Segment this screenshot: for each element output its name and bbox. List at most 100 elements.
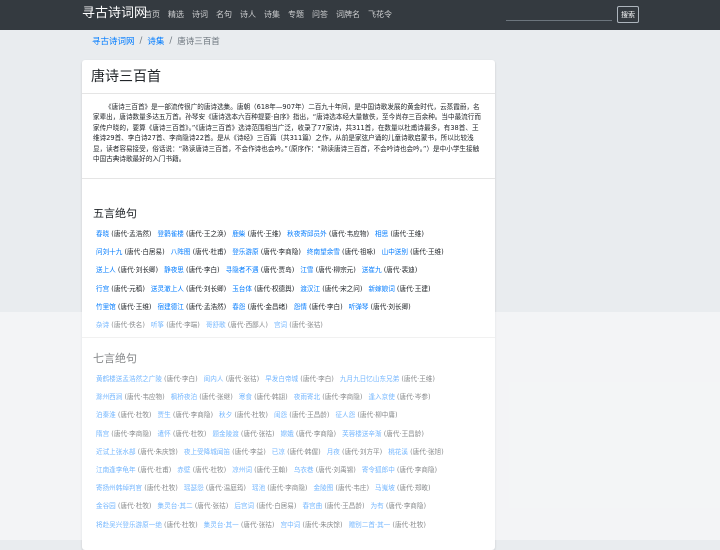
poem-title-link[interactable]: 宫词 bbox=[274, 321, 287, 329]
poem-title-link[interactable]: 玉台体 bbox=[232, 285, 252, 293]
poem-title-link[interactable]: 九月九日忆山东兄弟 bbox=[340, 375, 399, 383]
poem-title-link[interactable]: 听筝 bbox=[151, 321, 164, 329]
poem-title-link[interactable]: 宫中词 bbox=[280, 521, 300, 529]
poem-title-link[interactable]: 枫桥夜泊 bbox=[171, 393, 197, 401]
poem-title-link[interactable]: 登鹳雀楼 bbox=[158, 230, 184, 238]
poem-title-link[interactable]: 寄扬州韩绰判官 bbox=[96, 484, 142, 492]
poem-title-link[interactable]: 后宫词 bbox=[234, 502, 254, 510]
poem-title-link[interactable]: 赤壁 bbox=[177, 466, 190, 474]
poem-title-link[interactable]: 题金陵渡 bbox=[212, 430, 238, 438]
poem-author: (唐代·杜牧) bbox=[117, 502, 152, 511]
breadcrumb-home[interactable]: 寻古诗词网 bbox=[92, 35, 135, 47]
poem-item: 赠别二首·其一 (唐代·杜牧) bbox=[349, 521, 426, 529]
poem-author: (唐代·朱庆馀) bbox=[137, 447, 178, 456]
nav-link-poets[interactable]: 诗人 bbox=[240, 9, 256, 21]
poem-title-link[interactable]: 送上人 bbox=[96, 266, 116, 274]
poem-title-link[interactable]: 闺怨 bbox=[274, 411, 287, 419]
poem-title-link[interactable]: 滁州西涧 bbox=[96, 393, 122, 401]
nav-link-home[interactable]: 首页 bbox=[144, 9, 160, 21]
poem-title-link[interactable]: 嫦娥 bbox=[281, 430, 294, 438]
poem-title-link[interactable]: 鹿柴 bbox=[232, 230, 245, 238]
poem-author: (唐代·孟浩然) bbox=[186, 302, 227, 311]
poem-title-link[interactable]: 行宫 bbox=[96, 285, 109, 293]
poem-title-link[interactable]: 寒食 bbox=[239, 393, 252, 401]
nav-link-cipai[interactable]: 词牌名 bbox=[336, 9, 360, 21]
poem-title-link[interactable]: 静夜思 bbox=[164, 266, 184, 274]
poem-title-link[interactable]: 瑶瑟怨 bbox=[184, 484, 204, 492]
nav-link-featured[interactable]: 精选 bbox=[168, 9, 184, 21]
poem-title-link[interactable]: 送崔九 bbox=[362, 266, 382, 274]
poem-item: 泊秦淮 (唐代·杜牧) bbox=[96, 411, 152, 419]
poem-title-link[interactable]: 终南望余雪 bbox=[307, 248, 340, 256]
poem-title-link[interactable]: 江南逢李龟年 bbox=[96, 466, 136, 474]
poem-title-link[interactable]: 送灵澈上人 bbox=[151, 285, 184, 293]
poem-title-link[interactable]: 凉州词 bbox=[232, 466, 252, 474]
poem-title-link[interactable]: 哥舒歌 bbox=[206, 321, 226, 329]
poem-author: (唐代·李商隐) bbox=[111, 429, 152, 438]
poem-title-link[interactable]: 为有 bbox=[371, 502, 384, 510]
search-input[interactable] bbox=[506, 7, 612, 21]
poem-title-link[interactable]: 杂诗 bbox=[96, 321, 109, 329]
poem-title-link[interactable]: 江雪 bbox=[300, 266, 313, 274]
nav-link-poems[interactable]: 诗词 bbox=[192, 9, 208, 21]
poem-title-link[interactable]: 春怨 bbox=[232, 303, 245, 311]
breadcrumb-section[interactable]: 诗集 bbox=[147, 35, 164, 47]
poem-title-link[interactable]: 山中送别 bbox=[382, 248, 408, 256]
site-brand[interactable]: 寻古诗词网 bbox=[82, 5, 147, 23]
poem-title-link[interactable]: 寄令狐郎中 bbox=[362, 466, 395, 474]
poem-title-link[interactable]: 集灵台·其二 bbox=[158, 502, 193, 510]
poem-title-link[interactable]: 集灵台·其一 bbox=[204, 521, 239, 529]
poem-title-link[interactable]: 竹里馆 bbox=[96, 303, 116, 311]
poem-title-link[interactable]: 早发白帝城 bbox=[265, 375, 298, 383]
poem-title-link[interactable]: 瑶池 bbox=[252, 484, 265, 492]
poem-title-link[interactable]: 贾生 bbox=[158, 411, 171, 419]
poem-title-link[interactable]: 隋宫 bbox=[96, 430, 109, 438]
poem-title-link[interactable]: 逢入京使 bbox=[368, 393, 394, 401]
poem-title-link[interactable]: 赠别二首·其一 bbox=[349, 521, 391, 529]
poem-author: (唐代·佚名) bbox=[111, 321, 145, 329]
poem-title-link[interactable]: 将赴吴兴登乐游原一绝 bbox=[96, 521, 162, 529]
poem-title-link[interactable]: 新嫁娘词 bbox=[368, 285, 394, 293]
poem-title-link[interactable]: 月夜 bbox=[327, 448, 340, 456]
poem-title-link[interactable]: 春晓 bbox=[96, 230, 109, 238]
nav-link-feihualing[interactable]: 飞花令 bbox=[368, 9, 392, 21]
poem-row: 隋宫 (唐代·李商隐) 遣怀 (唐代·杜牧) 题金陵渡 (唐代·张祜) 嫦娥 (唐代·… bbox=[96, 430, 430, 439]
content-card: 唐诗三百首 《唐诗三百首》是一部流传很广的唐诗选集。唐朝（618年—907年）二… bbox=[82, 60, 495, 550]
poem-title-link[interactable]: 金陵图 bbox=[314, 484, 334, 492]
poem-title-link[interactable]: 八阵图 bbox=[171, 248, 191, 256]
poem-title-link[interactable]: 芙蓉楼送辛渐 bbox=[342, 430, 382, 438]
poem-title-link[interactable]: 桃花溪 bbox=[388, 448, 408, 456]
poem-title-link[interactable]: 近试上张水部 bbox=[96, 448, 136, 456]
poem-row: 近试上张水部 (唐代·朱庆馀) 夜上受降城闻笛 (唐代·李益) 已凉 (唐代·韩偓)… bbox=[96, 448, 450, 457]
nav-link-collections[interactable]: 诗集 bbox=[264, 9, 280, 21]
poem-title-link[interactable]: 夜上受降城闻笛 bbox=[184, 448, 230, 456]
nav-link-quotes[interactable]: 名句 bbox=[216, 9, 232, 21]
poem-title-link[interactable]: 已凉 bbox=[272, 448, 285, 456]
poem-title-link[interactable]: 黄鹤楼送孟浩然之广陵 bbox=[96, 375, 162, 383]
poem-title-link[interactable]: 登乐游原 bbox=[232, 248, 258, 256]
poem-title-link[interactable]: 春宫曲 bbox=[302, 502, 322, 510]
poem-title-link[interactable]: 听弹琴 bbox=[349, 303, 369, 311]
poem-item: 遣怀 (唐代·杜牧) bbox=[158, 430, 207, 438]
poem-title-link[interactable]: 问刘十九 bbox=[96, 248, 122, 256]
poem-title-link[interactable]: 乌衣巷 bbox=[294, 466, 314, 474]
poem-title-link[interactable]: 闺内人 bbox=[204, 375, 224, 383]
poem-title-link[interactable]: 怨情 bbox=[294, 303, 307, 311]
poem-item: 渡汉江 (唐代·宋之问) bbox=[300, 285, 362, 293]
poem-title-link[interactable]: 相思 bbox=[375, 230, 388, 238]
poem-title-link[interactable]: 寻隐者不遇 bbox=[226, 266, 259, 274]
poem-title-link[interactable]: 金谷园 bbox=[96, 502, 116, 510]
poem-title-link[interactable]: 夜雨寄北 bbox=[294, 393, 320, 401]
poem-title-link[interactable]: 秋夜寄邱员外 bbox=[287, 230, 327, 238]
poem-title-link[interactable]: 秋夕 bbox=[219, 411, 232, 419]
poem-title-link[interactable]: 渡汉江 bbox=[300, 285, 320, 293]
nav-link-topics[interactable]: 专题 bbox=[288, 9, 304, 21]
poem-title-link[interactable]: 遣怀 bbox=[158, 430, 171, 438]
poem-title-link[interactable]: 征人怨 bbox=[335, 411, 355, 419]
poem-title-link[interactable]: 泊秦淮 bbox=[96, 411, 116, 419]
poem-title-link[interactable]: 宿建德江 bbox=[158, 303, 184, 311]
nav-link-qa[interactable]: 问答 bbox=[312, 9, 328, 21]
search-button[interactable]: 搜索 bbox=[617, 6, 639, 23]
poem-title-link[interactable]: 马嵬坡 bbox=[375, 484, 395, 492]
poem-row: 杂诗 (唐代·佚名) 听筝 (唐代·李端) 哥舒歌 (唐代·西鄙人) 宫词 (唐代·张… bbox=[96, 321, 329, 330]
